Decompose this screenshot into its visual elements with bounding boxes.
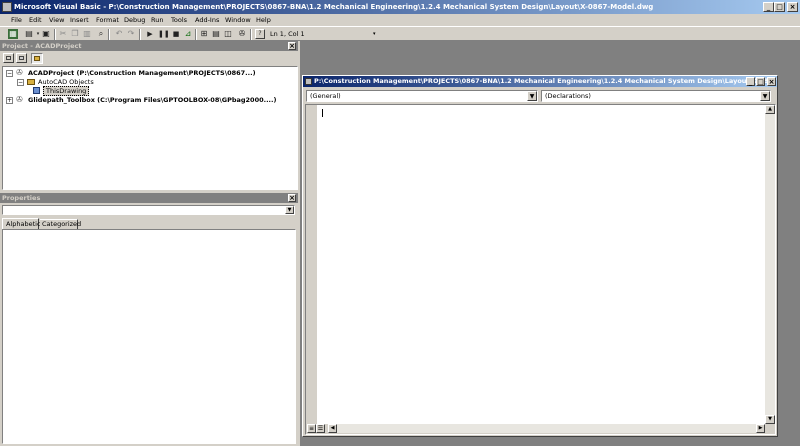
menu-view[interactable]: View	[49, 14, 64, 26]
menu-help[interactable]: Help	[256, 14, 271, 26]
drawing-icon	[33, 87, 40, 94]
procedure-view-icon[interactable]: ≡	[307, 424, 316, 433]
view-excel-icon[interactable]: ▦	[8, 29, 18, 39]
minimize-button[interactable]: _	[763, 2, 774, 12]
toolbar-separator	[250, 29, 252, 40]
project-panel-close-button[interactable]: ×	[288, 42, 296, 50]
collapse-icon[interactable]: −	[6, 70, 13, 77]
collapse-icon[interactable]: −	[17, 79, 24, 86]
project-tree: − ✇ ACADProject (P:\Construction Managem…	[2, 66, 298, 190]
text-cursor	[322, 109, 323, 117]
scroll-right-icon[interactable]: ▶	[756, 424, 765, 433]
vertical-scrollbar[interactable]: ▲ ▼	[765, 105, 775, 424]
scroll-down-icon[interactable]: ▼	[765, 415, 775, 424]
project-explorer-panel: Project - ACADProject × − ✇ ACADProject …	[0, 41, 298, 190]
toolbar-separator	[195, 29, 197, 40]
standard-toolbar: ▦ ▤ ▾ ▣ ✂ ❐ ▥ ⌕ ↶ ↷ ▶ ❚❚ ■ ⊿ ⊞ ▤ ◫ ✇ ? L…	[0, 26, 800, 41]
chevron-down-icon[interactable]: ▼	[760, 91, 770, 101]
full-module-view-icon[interactable]: ☰	[316, 424, 325, 433]
menu-tools[interactable]: Tools	[171, 14, 187, 26]
copy-icon[interactable]: ❐	[70, 29, 80, 39]
object-combo-value: (General)	[310, 92, 341, 100]
maximize-button[interactable]: □	[774, 2, 785, 12]
properties-grid[interactable]	[2, 229, 296, 444]
find-icon[interactable]: ⌕	[96, 29, 106, 39]
procedure-combo-value: (Declarations)	[545, 92, 591, 100]
scroll-left-icon[interactable]: ◀	[328, 424, 337, 433]
procedure-combo[interactable]: (Declarations) ▼	[541, 90, 771, 102]
code-window-title: P:\Construction Management\PROJECTS\0867…	[303, 76, 777, 87]
app-title-bar: Microsoft Visual Basic - P:\Construction…	[0, 0, 800, 14]
tab-alphabetic[interactable]: Alphabetic	[2, 218, 41, 229]
view-code-button[interactable]	[3, 53, 14, 63]
code-bottom-bar: ≡ ☰ ◀ ▶	[306, 424, 775, 434]
code-minimize-button[interactable]: _	[746, 77, 755, 86]
tab-categorized[interactable]: Categorized	[40, 219, 81, 229]
code-editor[interactable]: ▲ ▼ ≡ ☰ ◀ ▶	[305, 104, 776, 435]
close-button[interactable]: ×	[787, 2, 798, 12]
menu-insert[interactable]: Insert	[70, 14, 89, 26]
chevron-down-icon[interactable]: ▾	[373, 31, 376, 37]
cut-icon[interactable]: ✂	[58, 29, 68, 39]
view-object-button[interactable]	[16, 53, 27, 63]
expand-icon[interactable]: +	[6, 97, 13, 104]
menu-bar: File Edit View Insert Format Debug Run T…	[0, 14, 800, 26]
properties-panel-title: Properties	[0, 193, 298, 203]
chevron-down-icon[interactable]: ▼	[285, 206, 294, 214]
menu-format[interactable]: Format	[96, 14, 119, 26]
object-browser-icon[interactable]: ◫	[223, 29, 233, 39]
menu-file[interactable]: File	[11, 14, 22, 26]
menu-edit[interactable]: Edit	[29, 14, 42, 26]
properties-panel: Properties × ▼ Alphabetic Categorized	[0, 193, 298, 446]
menu-run[interactable]: Run	[151, 14, 163, 26]
design-mode-icon[interactable]: ⊿	[183, 29, 193, 39]
chevron-down-icon[interactable]: ▼	[527, 91, 537, 101]
tree-item-glidepath-toolbox[interactable]: Glidepath_Toolbox (C:\Program Files\GPTO…	[28, 96, 276, 104]
undo-icon[interactable]: ↶	[114, 29, 124, 39]
view-code-icon	[6, 56, 11, 60]
module-icon	[305, 78, 312, 85]
toolbox-icon[interactable]: ✇	[237, 29, 247, 39]
app-icon	[2, 2, 12, 12]
horizontal-scrollbar[interactable]: ◀ ▶	[328, 424, 765, 433]
project-explorer-icon[interactable]: ⊞	[199, 29, 209, 39]
code-close-button[interactable]: ×	[767, 77, 776, 86]
scroll-up-icon[interactable]: ▲	[765, 105, 775, 114]
properties-icon[interactable]: ▤	[211, 29, 221, 39]
cursor-position: Ln 1, Col 1	[270, 30, 305, 38]
object-selector[interactable]: ▼	[2, 205, 295, 215]
app-title: Microsoft Visual Basic - P:\Construction…	[14, 3, 654, 11]
code-window: P:\Construction Management\PROJECTS\0867…	[302, 75, 778, 437]
view-object-icon	[19, 56, 24, 60]
menu-window[interactable]: Window	[225, 14, 251, 26]
folder-icon	[34, 56, 40, 61]
toolbar-separator	[108, 29, 110, 40]
margin-indicator-bar	[306, 105, 318, 424]
toggle-folders-button[interactable]	[31, 53, 43, 64]
tree-item-autocad-objects[interactable]: AutoCAD Objects	[38, 78, 94, 86]
project-icon: ✇	[16, 68, 23, 77]
tree-item-acadproject[interactable]: ACADProject (P:\Construction Management\…	[28, 69, 256, 77]
project-icon: ✇	[16, 95, 23, 104]
toolbar-separator	[54, 29, 56, 40]
run-icon[interactable]: ▶	[145, 29, 155, 39]
folder-icon	[27, 79, 35, 85]
toolbar-separator	[139, 29, 141, 40]
paste-icon[interactable]: ▥	[82, 29, 92, 39]
menu-add-ins[interactable]: Add-Ins	[195, 14, 219, 26]
reset-icon[interactable]: ■	[171, 29, 181, 39]
properties-panel-close-button[interactable]: ×	[288, 194, 296, 202]
redo-icon[interactable]: ↷	[126, 29, 136, 39]
save-icon[interactable]: ▣	[41, 29, 51, 39]
help-icon[interactable]: ?	[255, 29, 265, 39]
project-panel-title: Project - ACADProject	[0, 41, 298, 51]
break-icon[interactable]: ❚❚	[158, 29, 170, 39]
tree-item-thisdrawing[interactable]: ThisDrawing	[43, 86, 90, 96]
code-maximize-button[interactable]: □	[756, 77, 765, 86]
menu-debug[interactable]: Debug	[124, 14, 145, 26]
object-combo[interactable]: (General) ▼	[306, 90, 538, 102]
